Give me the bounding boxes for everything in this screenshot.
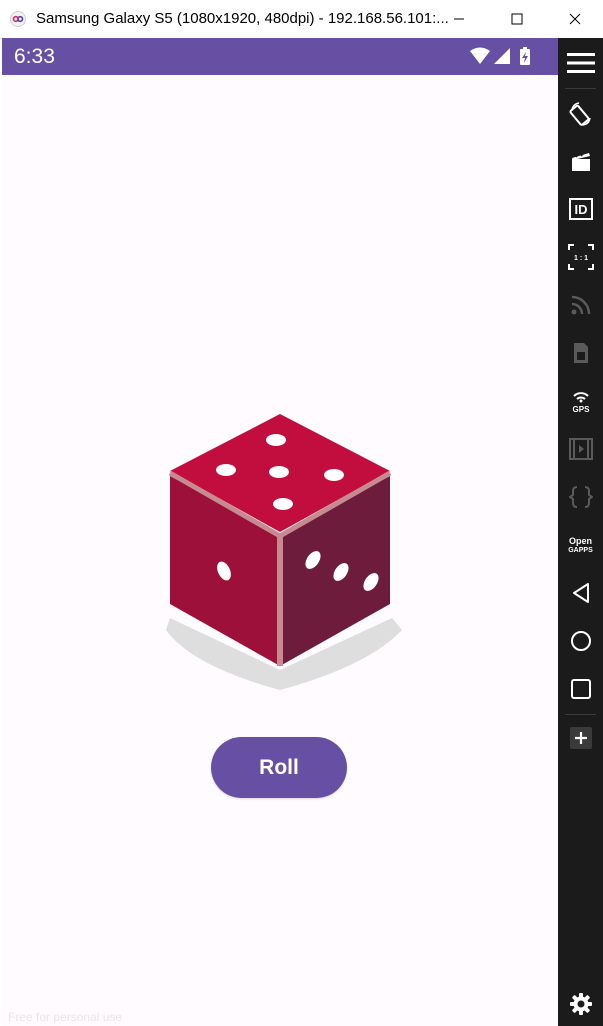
gps-icon: GPS [572, 392, 590, 414]
sim-button[interactable] [558, 333, 603, 373]
rotate-button[interactable] [558, 94, 603, 134]
menu-button[interactable] [558, 43, 603, 83]
media-button[interactable] [558, 429, 603, 469]
api-button[interactable] [558, 477, 603, 517]
back-icon [572, 583, 589, 603]
settings-icon [569, 993, 592, 1015]
minimize-button[interactable] [430, 0, 488, 38]
device-id-button[interactable]: ID [558, 189, 603, 229]
sim-icon [573, 343, 588, 363]
api-icon [568, 486, 593, 508]
gps-button[interactable]: GPS [558, 381, 603, 421]
rotate-icon [568, 102, 591, 126]
title-bar: Samsung Galaxy S5 (1080x1920, 480dpi) - … [0, 0, 603, 39]
toolbar-divider [565, 88, 596, 89]
close-icon [569, 13, 581, 25]
media-icon [568, 438, 593, 460]
status-icons [470, 47, 530, 65]
maximize-button[interactable] [488, 0, 546, 38]
wifi-icon [470, 47, 490, 64]
dice-pip [273, 498, 293, 510]
maximize-icon [511, 13, 523, 25]
cell-signal-icon [494, 48, 510, 64]
menu-icon [566, 53, 595, 73]
toolbar-divider [565, 714, 596, 715]
recents-button[interactable] [558, 669, 603, 709]
device-id-icon: ID [568, 198, 593, 220]
device-screen[interactable]: 6:33 Roll Free for personal use [2, 38, 558, 1026]
home-icon [570, 631, 591, 651]
dice-image [166, 414, 402, 690]
dice-pip [266, 434, 286, 446]
roll-button[interactable]: Roll [211, 737, 347, 798]
back-button[interactable] [558, 573, 603, 613]
open-gapps-icon: Open GAPPS [568, 535, 593, 554]
window-title: Samsung Galaxy S5 (1080x1920, 480dpi) - … [36, 10, 449, 27]
genymotion-icon [10, 11, 26, 27]
dice-pip [216, 464, 236, 476]
network-button[interactable] [558, 285, 603, 325]
emulator-window: Samsung Galaxy S5 (1080x1920, 480dpi) - … [0, 0, 603, 1026]
network-icon [571, 295, 590, 315]
home-button[interactable] [558, 621, 603, 661]
minimize-icon [454, 18, 464, 20]
add-icon [569, 727, 592, 749]
open-gapps-button[interactable]: Open GAPPS [558, 525, 603, 565]
screen-record-icon [571, 152, 590, 171]
close-button[interactable] [546, 0, 603, 38]
battery-charging-icon [520, 47, 530, 65]
svg-text:ID: ID [574, 202, 587, 217]
svg-text:GPS: GPS [572, 405, 590, 414]
svg-text:1 : 1: 1 : 1 [573, 255, 587, 262]
emulator-toolbar: ID 1 : 1 GPS Open GAPPS [558, 38, 603, 1026]
pixel-perfect-icon: 1 : 1 [567, 244, 594, 270]
pixel-perfect-button[interactable]: 1 : 1 [558, 237, 603, 277]
dice-pip [324, 469, 344, 481]
screen-record-button[interactable] [558, 141, 603, 181]
dice-pip [269, 466, 289, 478]
status-bar: 6:33 [2, 38, 558, 75]
add-button[interactable] [558, 718, 603, 758]
status-time: 6:33 [14, 45, 55, 68]
settings-button[interactable] [558, 984, 603, 1024]
watermark-text: Free for personal use [8, 1010, 123, 1024]
recents-icon [570, 679, 591, 699]
